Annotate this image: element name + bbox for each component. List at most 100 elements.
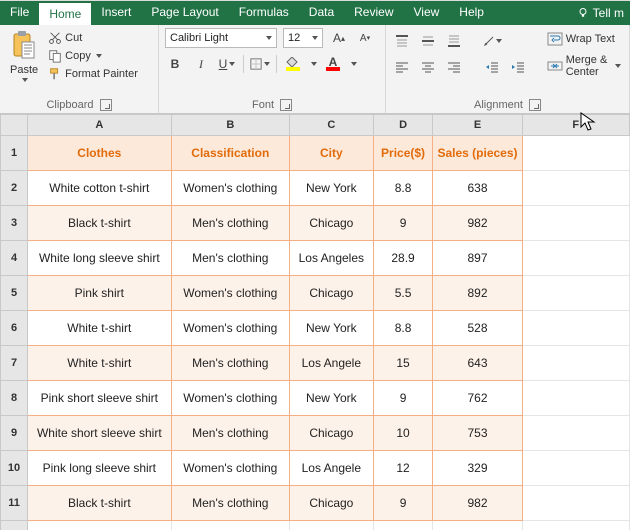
cell-A9[interactable]: White short sleeve shirt — [28, 416, 171, 451]
cell-D9[interactable]: 10 — [373, 416, 433, 451]
select-all-cell[interactable] — [1, 115, 28, 136]
row-header-12[interactable]: 12 — [1, 521, 28, 530]
tab-insert[interactable]: Insert — [91, 1, 141, 25]
row-header-10[interactable]: 10 — [1, 451, 28, 486]
cell-A8[interactable]: Pink short sleeve shirt — [28, 381, 171, 416]
cell-F4[interactable] — [522, 241, 629, 276]
font-size-select[interactable]: 12 — [283, 28, 323, 48]
cell-F9[interactable] — [522, 416, 629, 451]
cell-F2[interactable] — [522, 171, 629, 206]
cell-D3[interactable]: 9 — [373, 206, 433, 241]
row-header-5[interactable]: 5 — [1, 276, 28, 311]
align-middle-button[interactable] — [418, 31, 438, 51]
tab-review[interactable]: Review — [344, 1, 403, 25]
cell-A10[interactable]: Pink long sleeve shirt — [28, 451, 171, 486]
merge-center-button[interactable]: Merge & Center — [545, 53, 623, 79]
font-color-button[interactable]: A — [323, 54, 343, 74]
cell-C9[interactable]: Chicago — [290, 416, 374, 451]
decrease-indent-button[interactable] — [482, 57, 502, 77]
column-header-B[interactable]: B — [171, 115, 290, 136]
cut-button[interactable]: Cut — [46, 30, 140, 46]
row-header-9[interactable]: 9 — [1, 416, 28, 451]
align-bottom-button[interactable] — [444, 31, 464, 51]
cell-E9[interactable]: 753 — [433, 416, 522, 451]
cell-D8[interactable]: 9 — [373, 381, 433, 416]
cell-E11[interactable]: 982 — [433, 486, 522, 521]
alignment-dialog-launcher[interactable] — [529, 99, 541, 111]
paste-button[interactable]: Paste — [6, 28, 42, 84]
clipboard-dialog-launcher[interactable] — [100, 99, 112, 111]
spreadsheet-grid[interactable]: ABCDEF1ClothesClassificationCityPrice($)… — [0, 114, 630, 530]
cell-E7[interactable]: 643 — [433, 346, 522, 381]
row-header-8[interactable]: 8 — [1, 381, 28, 416]
cell-B6[interactable]: Women's clothing — [171, 311, 290, 346]
cell-C7[interactable]: Los Angele — [290, 346, 374, 381]
tab-page-layout[interactable]: Page Layout — [141, 1, 228, 25]
row-header-2[interactable]: 2 — [1, 171, 28, 206]
format-painter-button[interactable]: Format Painter — [46, 66, 140, 82]
row-header-6[interactable]: 6 — [1, 311, 28, 346]
row-header-3[interactable]: 3 — [1, 206, 28, 241]
cell-F1[interactable] — [522, 136, 629, 171]
row-header-7[interactable]: 7 — [1, 346, 28, 381]
cell-A11[interactable]: Black t-shirt — [28, 486, 171, 521]
underline-button[interactable]: U — [217, 54, 237, 74]
chevron-down-icon[interactable] — [351, 62, 357, 66]
cell-A1[interactable]: Clothes — [28, 136, 171, 171]
cell-C5[interactable]: Chicago — [290, 276, 374, 311]
row-header-11[interactable]: 11 — [1, 486, 28, 521]
cell-B8[interactable]: Women's clothing — [171, 381, 290, 416]
cell-D1[interactable]: Price($) — [373, 136, 433, 171]
cell-B12[interactable] — [171, 521, 290, 530]
cell-F8[interactable] — [522, 381, 629, 416]
cell-E8[interactable]: 762 — [433, 381, 522, 416]
cell-F11[interactable] — [522, 486, 629, 521]
increase-font-button[interactable]: A▴ — [329, 28, 349, 48]
font-dialog-launcher[interactable] — [280, 99, 292, 111]
cell-E1[interactable]: Sales (pieces) — [433, 136, 522, 171]
tell-me[interactable]: Tell m — [571, 1, 630, 25]
cell-F5[interactable] — [522, 276, 629, 311]
font-name-select[interactable]: Calibri Light — [165, 28, 277, 48]
cell-D12[interactable] — [373, 521, 433, 530]
cell-D10[interactable]: 12 — [373, 451, 433, 486]
wrap-text-button[interactable]: Wrap Text — [545, 31, 623, 47]
fill-color-button[interactable] — [283, 54, 303, 74]
cell-E2[interactable]: 638 — [433, 171, 522, 206]
cell-D5[interactable]: 5.5 — [373, 276, 433, 311]
cell-B4[interactable]: Men's clothing — [171, 241, 290, 276]
cell-A2[interactable]: White cotton t-shirt — [28, 171, 171, 206]
cell-B3[interactable]: Men's clothing — [171, 206, 290, 241]
cell-D11[interactable]: 9 — [373, 486, 433, 521]
cell-D4[interactable]: 28.9 — [373, 241, 433, 276]
tab-data[interactable]: Data — [299, 1, 344, 25]
cell-D6[interactable]: 8.8 — [373, 311, 433, 346]
decrease-font-button[interactable]: A▾ — [355, 28, 375, 48]
align-right-button[interactable] — [444, 57, 464, 77]
row-header-1[interactable]: 1 — [1, 136, 28, 171]
cell-C10[interactable]: Los Angele — [290, 451, 374, 486]
cell-F6[interactable] — [522, 311, 629, 346]
cell-B10[interactable]: Women's clothing — [171, 451, 290, 486]
cell-A4[interactable]: White long sleeve shirt — [28, 241, 171, 276]
cell-C6[interactable]: New York — [290, 311, 374, 346]
cell-A7[interactable]: White t-shirt — [28, 346, 171, 381]
increase-indent-button[interactable] — [508, 57, 528, 77]
borders-button[interactable] — [250, 54, 270, 74]
tab-help[interactable]: Help — [449, 1, 494, 25]
align-center-button[interactable] — [418, 57, 438, 77]
cell-E4[interactable]: 897 — [433, 241, 522, 276]
tab-view[interactable]: View — [404, 1, 450, 25]
column-header-A[interactable]: A — [28, 115, 171, 136]
cell-E12[interactable] — [433, 521, 522, 530]
cell-A12[interactable] — [28, 521, 171, 530]
cell-A6[interactable]: White t-shirt — [28, 311, 171, 346]
column-header-D[interactable]: D — [373, 115, 433, 136]
bold-button[interactable]: B — [165, 54, 185, 74]
cell-C11[interactable]: Chicago — [290, 486, 374, 521]
cell-F10[interactable] — [522, 451, 629, 486]
row-header-4[interactable]: 4 — [1, 241, 28, 276]
cell-F12[interactable] — [522, 521, 629, 530]
chevron-down-icon[interactable] — [311, 62, 317, 66]
column-header-E[interactable]: E — [433, 115, 522, 136]
